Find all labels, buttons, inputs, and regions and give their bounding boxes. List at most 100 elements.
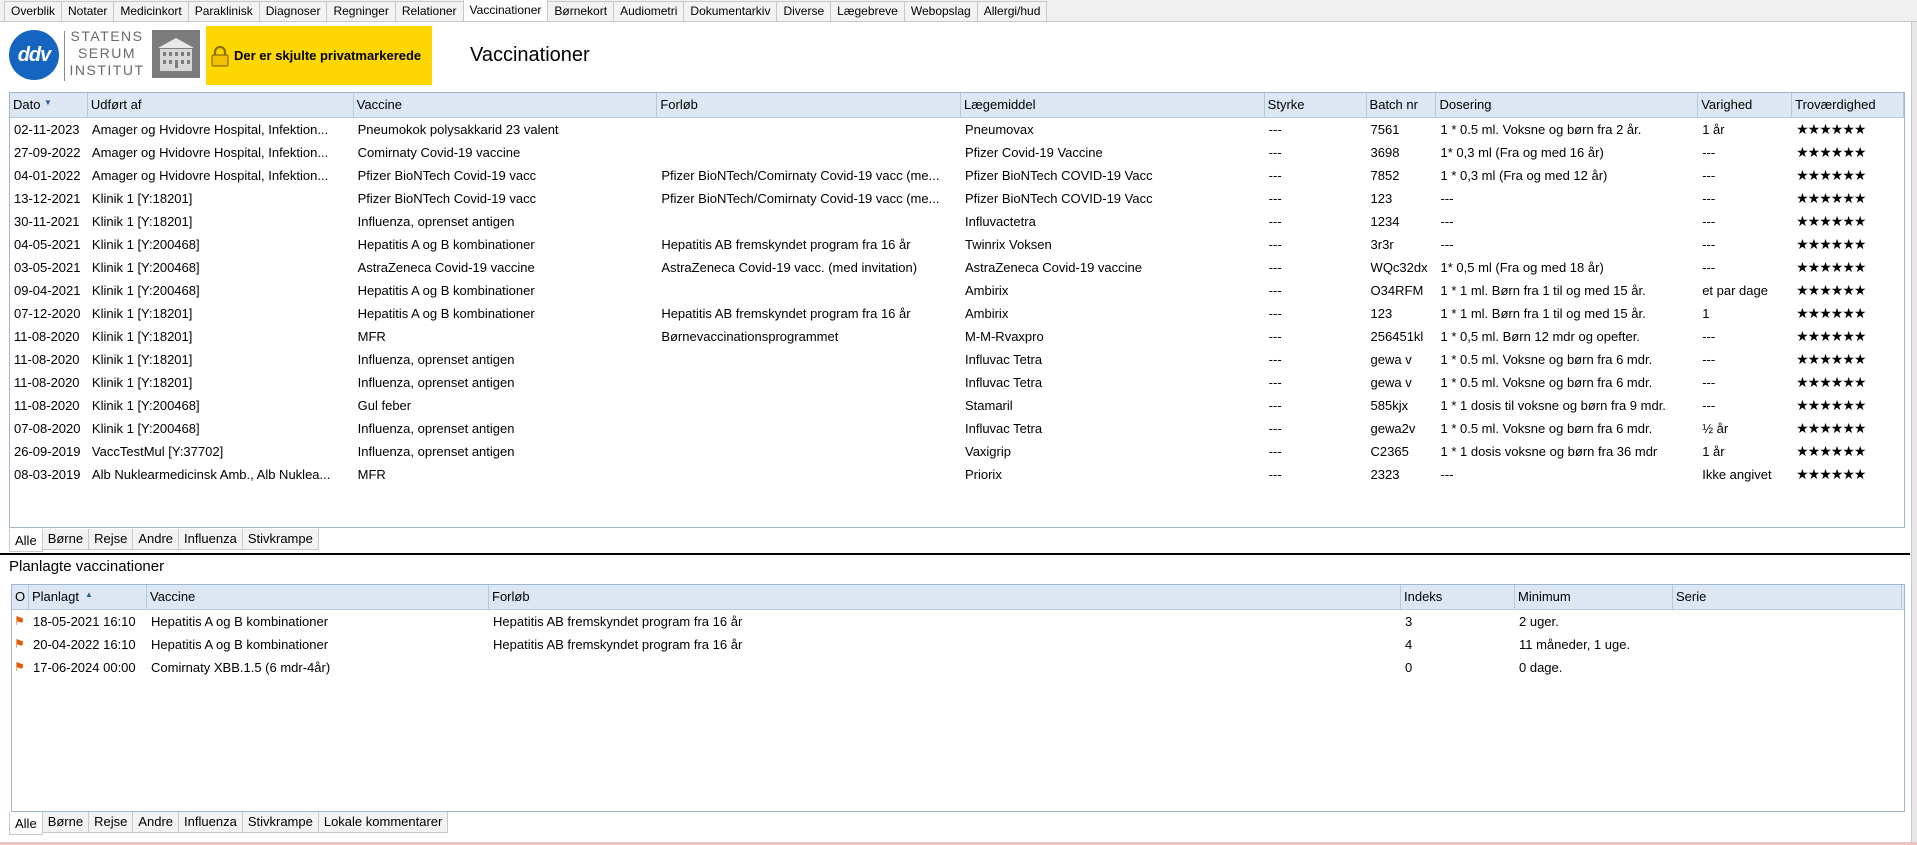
filter-tab-lokale-kommentarer[interactable]: Lokale kommentarer [317, 812, 449, 833]
filter-tab-borne[interactable]: Børne [41, 529, 90, 550]
sort-descending-icon[interactable]: ▼ [44, 93, 52, 115]
cell-vaccine: Pneumokok polysakkarid 23 valent [357, 122, 559, 137]
vaccination-row[interactable]: 03-05-2021 Klinik 1 [Y:200468] AstraZeneca… [10, 256, 1904, 279]
planned-row[interactable]: ⚑ 17-06-2024 00:00 Comirnaty XBB.1.5 (6 md… [12, 656, 1904, 679]
tab-vaccinationer[interactable]: Vaccinationer [462, 0, 549, 21]
column-header-label: Dosering [1439, 97, 1492, 112]
filter-tab-stivkrampe[interactable]: Stivkrampe [241, 529, 319, 550]
cell-dosage: 1 * 0,5 ml. Børn 12 mdr og opefter. [1440, 329, 1640, 344]
planned-column-header-serie[interactable]: Serie [1673, 585, 1902, 609]
tab-diverse[interactable]: Diverse [776, 1, 832, 21]
cell-course [657, 210, 961, 233]
planned-row[interactable]: ⚑ 18-05-2021 16:10 Hepatitis A og B kombin… [12, 610, 1904, 633]
cell-duration: et par dage [1702, 283, 1768, 298]
vaccination-row[interactable]: 04-05-2021 Klinik 1 [Y:200468] Hepatitis A… [10, 233, 1904, 256]
column-header-styrke[interactable]: Styrke [1265, 93, 1367, 117]
filter-tab-andre[interactable]: Andre [132, 812, 180, 833]
cell-date: 11-08-2020 [14, 352, 80, 367]
private-warning-banner[interactable]: Der er skjulte privatmarkerede [206, 26, 432, 85]
vaccination-row[interactable]: 13-12-2021 Klinik 1 [Y:18201] Pfizer BioNT… [10, 187, 1904, 210]
column-header-label: Planlagt [32, 589, 79, 604]
vaccination-row[interactable]: 07-12-2020 Klinik 1 [Y:18201] Hepatitis A … [10, 302, 1904, 325]
cell-duration: --- [1702, 191, 1716, 206]
tab-bornekort[interactable]: Børnekort [547, 1, 615, 21]
vaccination-row[interactable]: 11-08-2020 Klinik 1 [Y:18201] MFR Børnevacc… [10, 325, 1904, 348]
cell-index: 3 [1405, 614, 1413, 629]
cell-date: 11-08-2020 [14, 375, 80, 390]
planned-column-header-planlagt[interactable]: Planlagt ▲ [29, 585, 147, 609]
vaccination-row[interactable]: 08-03-2019 Alb Nuklearmedicinsk Amb., Alb… [10, 463, 1904, 486]
cell-date: 02-11-2023 [14, 122, 80, 137]
cell-date: 08-03-2019 [14, 467, 81, 482]
planned-row[interactable]: ⚑ 20-04-2022 16:10 Hepatitis A og B kombin… [12, 633, 1904, 656]
filter-tab-stivkrampe[interactable]: Stivkrampe [241, 812, 319, 833]
tab-regninger[interactable]: Regninger [326, 1, 396, 21]
tab-allergi-hud[interactable]: Allergi/hud [976, 1, 1048, 21]
planned-table-body: ⚑ 18-05-2021 16:10 Hepatitis A og B kombin… [12, 610, 1904, 679]
cell-date: 04-01-2022 [14, 168, 81, 183]
filter-tab-borne[interactable]: Børne [41, 812, 90, 833]
vaccination-row[interactable]: 02-11-2023 Amager og Hvidovre Hospital, I… [10, 118, 1904, 141]
filter-tabs-bottom: Alle Børne Rejse Andre Influenza Stivkrampe Lo… [9, 812, 449, 835]
tab-overblik[interactable]: Overblik [4, 1, 63, 21]
vaccination-row[interactable]: 07-08-2020 Klinik 1 [Y:200468] Influenza, … [10, 417, 1904, 440]
tab-notater[interactable]: Notater [61, 1, 115, 21]
planned-vaccinations-table[interactable]: O Planlagt ▲ Vaccine Forløb Indeks Minimum Seri… [11, 584, 1905, 812]
sort-ascending-icon[interactable]: ▲ [85, 585, 93, 607]
cell-batch: WQc32dx [1370, 260, 1428, 275]
cell-strength: --- [1268, 306, 1282, 321]
cell-course [657, 394, 961, 417]
planned-column-header-o[interactable]: O [12, 585, 29, 609]
column-header-udfort-af[interactable]: Udført af [88, 93, 354, 117]
planned-column-header-vaccine[interactable]: Vaccine [147, 585, 489, 609]
column-header-trovaerdighed[interactable]: Troværdighed [1792, 93, 1904, 117]
vaccination-row[interactable]: 26-09-2019 VaccTestMul [Y:37702] Influenza… [10, 440, 1904, 463]
tab-relationer[interactable]: Relationer [394, 1, 464, 21]
planned-column-header-indeks[interactable]: Indeks [1401, 585, 1515, 609]
tab-diagnoser[interactable]: Diagnoser [258, 1, 328, 21]
column-header-laegemiddel[interactable]: Lægemiddel [961, 93, 1265, 117]
cell-dosage: 1 * 1 dosis til voksne og børn fra 9 mdr… [1440, 398, 1666, 413]
cell-drug: Pfizer BioNTech COVID-19 Vacc [964, 191, 1153, 206]
vaccination-row[interactable]: 11-08-2020 Klinik 1 [Y:18201] Influenza, o… [10, 348, 1904, 371]
cell-drug: Priorix [964, 467, 1002, 482]
cell-performed-by: Klinik 1 [Y:200468] [91, 260, 200, 275]
tab-dokumentarkiv[interactable]: Dokumentarkiv [683, 1, 778, 21]
tab-laegebreve[interactable]: Lægebreve [830, 1, 905, 21]
column-header-label: Indeks [1404, 589, 1443, 604]
cell-strength: --- [1268, 352, 1282, 367]
vaccination-row[interactable]: 04-01-2022 Amager og Hvidovre Hospital, I… [10, 164, 1904, 187]
filter-tab-influenza[interactable]: Influenza [178, 812, 243, 833]
filter-tab-alle[interactable]: Alle [9, 529, 43, 552]
filter-tab-rejse[interactable]: Rejse [88, 529, 134, 550]
column-header-varighed[interactable]: Varighed [1698, 93, 1793, 117]
vaccination-row[interactable]: 11-08-2020 Klinik 1 [Y:200468] Gul feber St… [10, 394, 1904, 417]
column-header-forlob[interactable]: Forløb [657, 93, 961, 117]
cell-batch: 7852 [1370, 168, 1400, 183]
filter-tab-alle[interactable]: Alle [9, 812, 43, 835]
column-header-vaccine[interactable]: Vaccine [354, 93, 658, 117]
reliability-stars: ★★★★★★ [1796, 397, 1866, 413]
cell-performed-by: Klinik 1 [Y:200468] [91, 421, 200, 436]
vaccinations-table[interactable]: Dato ▼ Udført af Vaccine Forløb Lægemiddel Sty… [9, 92, 1905, 528]
vaccination-row[interactable]: 30-11-2021 Klinik 1 [Y:18201] Influenza, o… [10, 210, 1904, 233]
cell-series [1673, 610, 1902, 633]
cell-dosage: --- [1440, 237, 1454, 252]
column-header-dosering[interactable]: Dosering [1436, 93, 1699, 117]
header: ddv STATENS SERUM INSTITUT Der er skjult… [0, 23, 1917, 87]
planned-column-header-minimum[interactable]: Minimum [1515, 585, 1673, 609]
column-header-dato[interactable]: Dato ▼ [10, 93, 88, 117]
filter-tab-influenza[interactable]: Influenza [178, 529, 243, 550]
vaccination-row[interactable]: 11-08-2020 Klinik 1 [Y:18201] Influenza, o… [10, 371, 1904, 394]
tab-webopslag[interactable]: Webopslag [903, 1, 978, 21]
vaccination-row[interactable]: 09-04-2021 Klinik 1 [Y:200468] Hepatitis A… [10, 279, 1904, 302]
filter-tab-andre[interactable]: Andre [132, 529, 180, 550]
cell-drug: Influvac Tetra [964, 375, 1043, 390]
filter-tab-rejse[interactable]: Rejse [88, 812, 134, 833]
column-header-batch-nr[interactable]: Batch nr [1367, 93, 1437, 117]
tab-medicinkort[interactable]: Medicinkort [113, 1, 189, 21]
tab-paraklinisk[interactable]: Paraklinisk [187, 1, 260, 21]
vaccination-row[interactable]: 27-09-2022 Amager og Hvidovre Hospital, I… [10, 141, 1904, 164]
planned-column-header-forlob[interactable]: Forløb [489, 585, 1401, 609]
tab-audiometri[interactable]: Audiometri [613, 1, 685, 21]
